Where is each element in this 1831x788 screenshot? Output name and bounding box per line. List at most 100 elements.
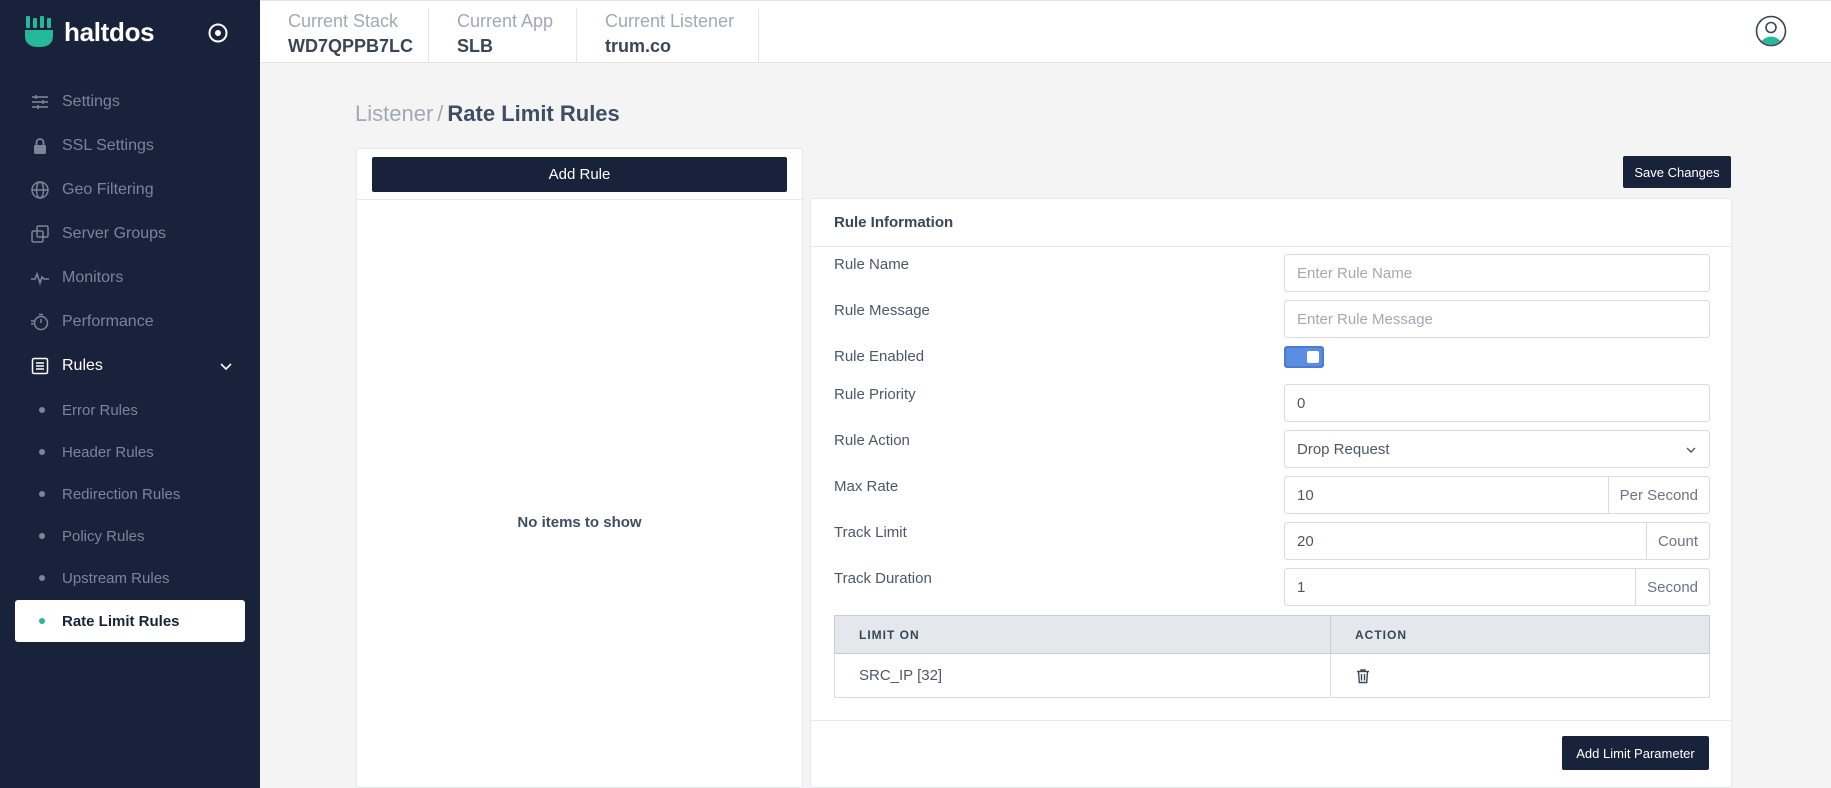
bullet-dot bbox=[39, 449, 45, 455]
current-listener-value: trum.co bbox=[605, 36, 672, 56]
rule-enabled-row: Rule Enabled bbox=[834, 346, 1710, 384]
toggle-knob bbox=[1307, 351, 1319, 363]
trash-icon[interactable] bbox=[1355, 668, 1371, 684]
divider bbox=[811, 720, 1731, 721]
sidebar-item-settings[interactable]: Settings bbox=[0, 82, 260, 122]
sidebar-subitem-rate-limit-rules[interactable]: Rate Limit Rules bbox=[15, 600, 245, 642]
sidebar-item-label: Geo Filtering bbox=[62, 181, 154, 198]
table-header-row: LIMIT ON ACTION bbox=[834, 615, 1710, 654]
track-duration-label: Track Duration bbox=[834, 570, 932, 587]
current-listener[interactable]: Current Listener trum.co bbox=[577, 9, 759, 63]
add-rule-button[interactable]: Add Rule bbox=[372, 157, 787, 192]
current-stack-value: WD7QPPB7LC bbox=[288, 36, 414, 56]
limit-on-cell: SRC_IP [32] bbox=[834, 653, 1331, 698]
sidebar: haltdos Settings SSL Settings Geo Filter… bbox=[0, 0, 260, 788]
sliders-icon bbox=[32, 95, 48, 109]
sidebar-subitem-label: Error Rules bbox=[62, 401, 138, 419]
sidebar-subitem-label: Policy Rules bbox=[62, 527, 145, 545]
max-rate-group: Per Second bbox=[1284, 476, 1710, 514]
current-app[interactable]: Current App SLB bbox=[429, 9, 577, 63]
pulse-icon bbox=[31, 271, 49, 286]
rule-message-input[interactable] bbox=[1284, 300, 1710, 338]
server-groups-icon bbox=[31, 225, 49, 243]
sidebar-subitem-redirection-rules[interactable]: Redirection Rules bbox=[0, 474, 260, 514]
add-limit-parameter-button[interactable]: Add Limit Parameter bbox=[1562, 736, 1709, 770]
chevron-down-icon[interactable] bbox=[218, 358, 234, 374]
action-cell bbox=[1330, 653, 1710, 698]
track-limit-unit: Count bbox=[1645, 523, 1709, 559]
target-settings-icon[interactable] bbox=[206, 21, 230, 45]
track-duration-unit: Second bbox=[1635, 569, 1709, 605]
bullet-dot bbox=[39, 407, 45, 413]
sidebar-item-label: Monitors bbox=[62, 269, 124, 286]
max-rate-label: Max Rate bbox=[834, 478, 899, 495]
sidebar-item-server-groups[interactable]: Server Groups bbox=[0, 214, 260, 254]
sidebar-item-label: SSL Settings bbox=[62, 137, 154, 154]
sidebar-item-performance[interactable]: Performance bbox=[0, 302, 260, 342]
current-stack[interactable]: Current Stack WD7QPPB7LC bbox=[260, 9, 429, 63]
sidebar-item-geo-filtering[interactable]: Geo Filtering bbox=[0, 170, 260, 210]
bullet-dot bbox=[39, 491, 45, 497]
rule-enabled-toggle[interactable] bbox=[1284, 346, 1324, 368]
max-rate-unit: Per Second bbox=[1607, 477, 1709, 513]
track-limit-row: Track Limit Count bbox=[834, 522, 1710, 560]
rule-priority-input[interactable] bbox=[1284, 384, 1710, 422]
bullet-dot bbox=[39, 533, 45, 539]
rule-action-row: Rule Action Drop Request bbox=[834, 430, 1710, 468]
sidebar-item-rules[interactable]: Rules bbox=[0, 346, 260, 386]
track-limit-group: Count bbox=[1284, 522, 1710, 560]
limit-parameters-table: LIMIT ON ACTION SRC_IP [32] bbox=[834, 615, 1710, 698]
bullet-dot bbox=[39, 618, 45, 624]
rule-enabled-label: Rule Enabled bbox=[834, 348, 925, 365]
sidebar-item-monitors[interactable]: Monitors bbox=[0, 258, 260, 298]
lock-icon bbox=[34, 138, 46, 154]
sidebar-item-label: Rules bbox=[62, 357, 103, 374]
rule-message-row: Rule Message bbox=[834, 300, 1710, 338]
sidebar-subitem-policy-rules[interactable]: Policy Rules bbox=[0, 516, 260, 556]
track-limit-label: Track Limit bbox=[834, 524, 907, 541]
brand-name: haltdos bbox=[64, 16, 155, 47]
sidebar-item-label: Settings bbox=[62, 93, 120, 110]
table-row: SRC_IP [32] bbox=[834, 653, 1710, 698]
globe-icon bbox=[31, 181, 49, 199]
empty-state-message: No items to show bbox=[517, 514, 642, 531]
breadcrumb-parent[interactable]: Listener bbox=[355, 101, 433, 126]
page-title: Rate Limit Rules bbox=[447, 101, 620, 126]
save-changes-button[interactable]: Save Changes bbox=[1623, 156, 1731, 188]
breadcrumb: Listener / Rate Limit Rules bbox=[355, 101, 620, 127]
brand[interactable]: haltdos bbox=[24, 16, 155, 48]
divider bbox=[357, 199, 802, 200]
chevron-down-icon bbox=[1686, 447, 1696, 453]
sidebar-subitem-label: Header Rules bbox=[62, 443, 154, 461]
column-header-action: ACTION bbox=[1330, 615, 1710, 654]
rule-name-row: Rule Name bbox=[834, 254, 1710, 292]
sidebar-subitem-label: Rate Limit Rules bbox=[62, 612, 180, 630]
sidebar-item-ssl-settings[interactable]: SSL Settings bbox=[0, 126, 260, 166]
sidebar-subitem-label: Upstream Rules bbox=[62, 569, 170, 587]
rule-message-label: Rule Message bbox=[834, 302, 930, 319]
track-limit-input[interactable] bbox=[1285, 523, 1646, 559]
sidebar-subitem-error-rules[interactable]: Error Rules bbox=[0, 390, 260, 430]
track-duration-input[interactable] bbox=[1285, 569, 1636, 605]
sidebar-item-label: Server Groups bbox=[62, 225, 167, 242]
rule-priority-label: Rule Priority bbox=[834, 386, 916, 403]
breadcrumb-separator: / bbox=[437, 101, 444, 126]
rule-action-select[interactable]: Drop Request bbox=[1284, 430, 1710, 468]
sidebar-subitem-upstream-rules[interactable]: Upstream Rules bbox=[0, 558, 260, 598]
max-rate-row: Max Rate Per Second bbox=[834, 476, 1710, 514]
user-avatar-icon[interactable] bbox=[1755, 15, 1787, 47]
card-title: Rule Information bbox=[834, 214, 954, 231]
sidebar-subitem-label: Redirection Rules bbox=[62, 485, 181, 503]
haltdos-logo-icon bbox=[25, 16, 53, 47]
sidebar-item-label: Performance bbox=[62, 313, 154, 330]
rule-name-label: Rule Name bbox=[834, 256, 910, 273]
rule-name-input[interactable] bbox=[1284, 254, 1710, 292]
max-rate-input[interactable] bbox=[1285, 477, 1608, 513]
current-stack-label: Current Stack bbox=[288, 11, 399, 31]
current-listener-label: Current Listener bbox=[605, 11, 735, 31]
stopwatch-icon bbox=[31, 313, 49, 331]
list-icon bbox=[31, 357, 49, 375]
rules-list-panel: Add Rule No items to show bbox=[356, 148, 803, 788]
rule-information-card: Rule Information Rule Name Rule Message … bbox=[810, 198, 1732, 788]
sidebar-subitem-header-rules[interactable]: Header Rules bbox=[0, 432, 260, 472]
